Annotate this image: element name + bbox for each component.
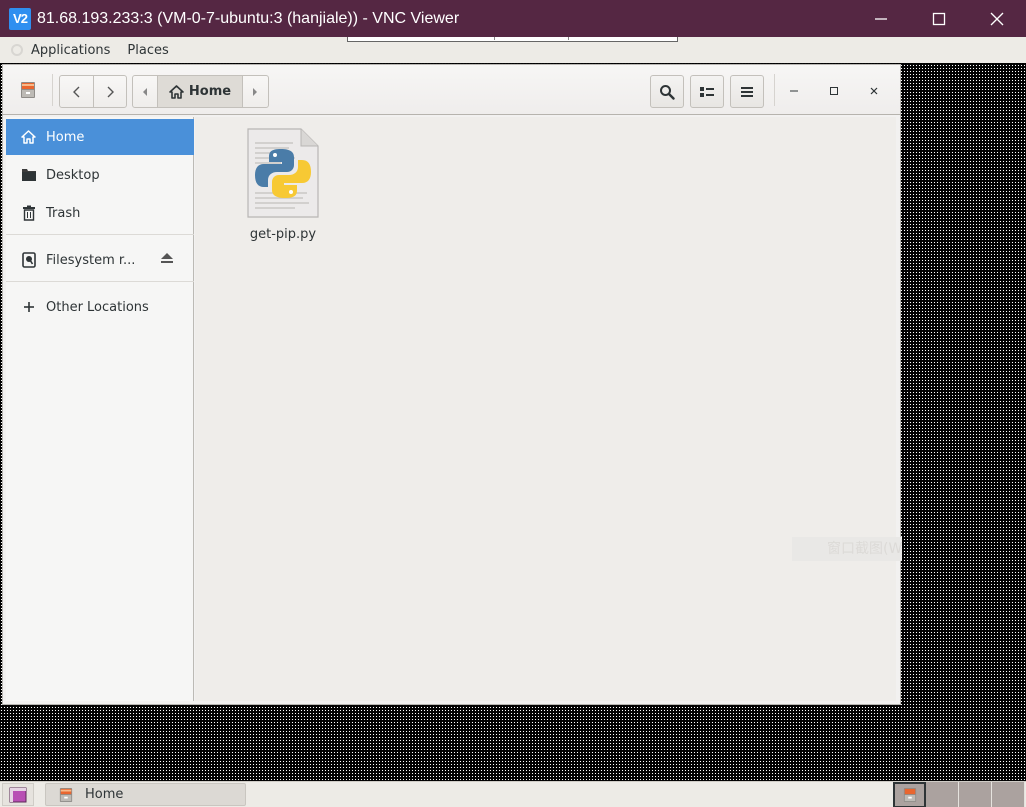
popup-remnant — [347, 37, 678, 42]
headerbar: Home — [3, 65, 900, 115]
vnc-logo-icon: V2 — [9, 7, 31, 30]
forward-button[interactable] — [93, 76, 126, 107]
view-toggle-button[interactable] — [690, 75, 724, 108]
drive-icon — [20, 252, 37, 269]
window-minimize-button[interactable] — [782, 79, 806, 103]
vnc-minimize-button[interactable] — [852, 0, 910, 37]
menu-button[interactable] — [730, 75, 764, 108]
maximize-icon — [932, 12, 946, 25]
show-desktop-icon — [9, 787, 27, 802]
show-desktop-button[interactable] — [2, 783, 34, 806]
vnc-titlebar: V2 81.68.193.233:3 (VM-0-7-ubuntu:3 (han… — [0, 0, 1026, 37]
search-button[interactable] — [650, 75, 684, 108]
triangle-left-icon — [143, 87, 147, 96]
headerbar-separator — [52, 74, 53, 106]
bottom-taskbar: Home — [0, 781, 1026, 807]
home-icon — [169, 84, 184, 99]
path-home-label: Home — [188, 84, 232, 99]
search-icon — [660, 84, 675, 100]
gnome-top-panel: Applications Places — [0, 37, 1026, 63]
sidebar-item-label: Filesystem r... — [46, 252, 136, 268]
workspace-2[interactable] — [926, 782, 959, 807]
folder-icon — [20, 167, 37, 184]
sidebar-item-trash[interactable]: Trash — [6, 195, 194, 231]
maximize-icon — [830, 87, 838, 95]
file-name: get-pip.py — [249, 227, 317, 242]
triangle-right-icon — [253, 87, 257, 96]
close-icon — [990, 12, 1004, 25]
nav-buttons — [59, 75, 127, 108]
chevron-right-icon — [107, 86, 114, 97]
path-scroll-left-button[interactable] — [133, 76, 157, 107]
sidebar-divider — [6, 281, 194, 282]
workspace-switcher — [893, 782, 1026, 807]
sidebar-item-label: Desktop — [46, 167, 100, 183]
window-close-button[interactable] — [862, 79, 886, 103]
eject-icon — [161, 253, 173, 263]
window-maximize-button[interactable] — [822, 79, 846, 103]
taskbar-window-home[interactable]: Home — [45, 783, 246, 806]
file-manager-window: Home Home Desktop Trash Filesystem r... … — [2, 64, 902, 705]
chevron-left-icon — [72, 86, 79, 97]
path-home-button[interactable]: Home — [157, 76, 243, 107]
taskbar-window-label: Home — [85, 787, 124, 802]
back-button[interactable] — [60, 76, 93, 107]
list-view-icon — [700, 86, 714, 97]
sidebar-item-home[interactable]: Home — [6, 119, 194, 155]
sidebar-item-other-locations[interactable]: Other Locations — [6, 289, 194, 325]
remote-desktop: Applications Places Home Home Desktop Tr… — [0, 37, 1026, 807]
path-scroll-right-button[interactable] — [243, 76, 267, 107]
sidebar: Home Desktop Trash Filesystem r... Other… — [6, 117, 194, 701]
workspace-1[interactable] — [893, 782, 926, 807]
workspace-4[interactable] — [992, 782, 1025, 807]
sidebar-item-label: Trash — [46, 205, 81, 221]
vnc-maximize-button[interactable] — [910, 0, 968, 37]
workspace-3[interactable] — [959, 782, 992, 807]
sidebar-item-label: Home — [46, 129, 85, 145]
file-cabinet-icon — [21, 82, 35, 98]
close-icon — [870, 87, 878, 95]
applications-menu[interactable]: Applications — [31, 43, 110, 58]
python-file-icon — [247, 128, 319, 218]
vnc-close-button[interactable] — [968, 0, 1026, 37]
ubuntu-logo-icon — [11, 44, 23, 56]
headerbar-separator — [774, 74, 775, 106]
home-icon — [20, 129, 37, 146]
sidebar-item-label: Other Locations — [46, 299, 149, 315]
file-cabinet-icon — [903, 788, 916, 802]
path-bar: Home — [132, 75, 269, 108]
trash-icon — [20, 205, 37, 222]
sidebar-item-desktop[interactable]: Desktop — [6, 157, 194, 193]
hamburger-menu-icon — [741, 86, 753, 97]
file-cabinet-icon — [59, 787, 73, 802]
places-menu[interactable]: Places — [127, 43, 168, 58]
file-view: get-pip.py 窗口截图(W — [195, 117, 902, 701]
file-item[interactable]: get-pip.py — [235, 127, 331, 242]
sidebar-item-filesystem[interactable]: Filesystem r... — [6, 242, 194, 278]
minimize-icon — [875, 17, 887, 20]
vnc-window-title: 81.68.193.233:3 (VM-0-7-ubuntu:3 (hanjia… — [37, 9, 460, 27]
plus-icon — [20, 299, 37, 316]
watermark-text: 窗口截图(W — [792, 537, 902, 561]
minimize-icon — [790, 90, 798, 92]
eject-button[interactable] — [160, 252, 174, 268]
sidebar-divider — [6, 234, 194, 235]
